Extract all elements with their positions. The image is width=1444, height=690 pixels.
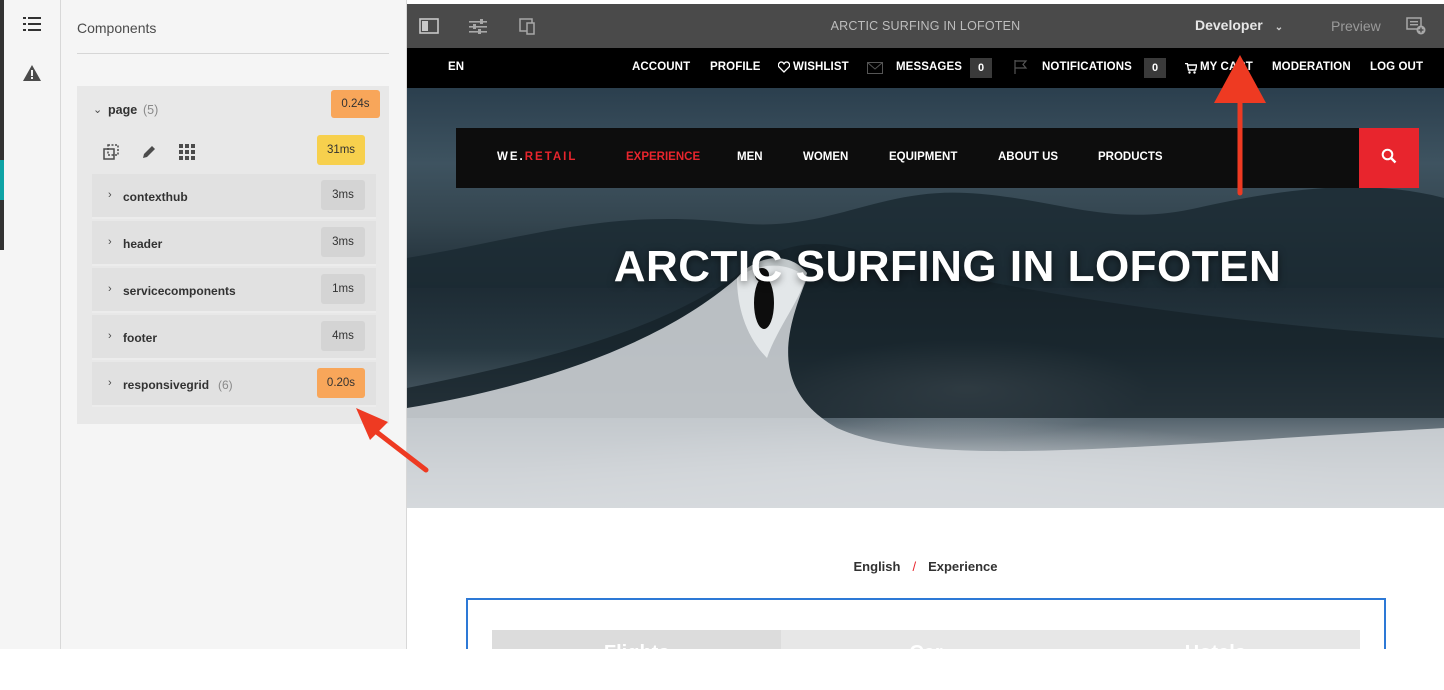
tree-node-label: header — [123, 237, 163, 251]
brand-accent: RETAIL — [524, 151, 578, 163]
components-tab-button[interactable] — [14, 8, 50, 44]
breadcrumb-separator: / — [912, 559, 917, 574]
grid-icon[interactable] — [177, 142, 197, 162]
cart-icon — [1185, 61, 1198, 79]
emulator-icon[interactable] — [516, 15, 538, 37]
nav-women[interactable]: WOMEN — [803, 151, 848, 163]
search-icon — [1381, 148, 1397, 169]
tree-node-count: (6) — [218, 378, 233, 392]
tree-node-label: servicecomponents — [123, 284, 236, 298]
timing-badge: 1ms — [321, 274, 365, 304]
language-link[interactable]: EN — [448, 61, 464, 73]
side-rail — [0, 0, 61, 649]
notifications-link[interactable]: NOTIFICATIONS — [1042, 61, 1132, 73]
main-navigation: WE.RETAIL EXPERIENCE MEN WOMEN EQUIPMENT… — [456, 128, 1419, 188]
tree-node-label: footer — [123, 331, 157, 345]
wishlist-link[interactable]: WISHLIST — [793, 61, 849, 73]
select-parent-icon[interactable] — [101, 142, 121, 162]
list-icon — [23, 16, 41, 37]
window-edge — [0, 0, 4, 160]
timing-badge: 0.20s — [317, 368, 365, 398]
breadcrumb-item[interactable]: Experience — [928, 559, 997, 574]
chevron-right-icon[interactable]: › — [108, 283, 120, 295]
mode-selector-label: Developer — [1195, 17, 1263, 33]
components-panel: Components ⌄ page (5) 0.24s 31ms › conte… — [61, 0, 407, 649]
selected-component-frame[interactable]: Flights Car Hotels — [466, 598, 1386, 649]
notifications-count-badge: 0 — [1144, 58, 1166, 78]
nav-products[interactable]: PRODUCTS — [1098, 151, 1163, 163]
mode-selector[interactable]: Developer ⌄ — [1195, 17, 1283, 33]
chevron-down-icon[interactable]: ⌄ — [93, 103, 105, 116]
annotations-icon[interactable] — [1405, 15, 1427, 37]
nav-experience[interactable]: EXPERIENCE — [626, 151, 700, 163]
envelope-icon — [867, 61, 883, 79]
tab-hotels[interactable]: Hotels — [1070, 630, 1360, 649]
timing-badge: 3ms — [321, 180, 365, 210]
preview-button[interactable]: Preview — [1331, 18, 1381, 34]
editor-toolbar: ARCTIC SURFING IN LOFOTEN Developer ⌄ Pre… — [407, 4, 1444, 48]
messages-count-badge: 0 — [970, 58, 992, 78]
cart-link[interactable]: MY CART — [1200, 61, 1253, 73]
tree-node-servicecomponents[interactable]: › servicecomponents 1ms — [92, 268, 376, 313]
chevron-right-icon[interactable]: › — [108, 330, 120, 342]
account-link[interactable]: ACCOUNT — [632, 61, 690, 73]
nav-men[interactable]: MEN — [737, 151, 763, 163]
site-preview: EN ACCOUNT PROFILE WISHLIST MESSAGES 0 N… — [407, 48, 1444, 649]
brand-logo[interactable]: WE.RETAIL — [497, 151, 577, 163]
tab-car[interactable]: Car — [781, 630, 1071, 649]
profile-link[interactable]: PROFILE — [710, 61, 761, 73]
window-edge-accent — [0, 160, 4, 200]
heart-icon — [777, 60, 791, 78]
component-tree: ⌄ page (5) 0.24s 31ms › contexthub 3ms ›… — [77, 86, 389, 424]
chevron-down-icon: ⌄ — [1274, 22, 1284, 33]
timing-badge: 3ms — [321, 227, 365, 257]
tree-node-label: page — [108, 103, 138, 117]
chevron-right-icon[interactable]: › — [108, 236, 120, 248]
brand-prefix: WE. — [497, 151, 525, 163]
nav-about-us[interactable]: ABOUT US — [998, 151, 1058, 163]
hero-banner: WE.RETAIL EXPERIENCE MEN WOMEN EQUIPMENT… — [407, 88, 1444, 508]
messages-link[interactable]: MESSAGES — [896, 61, 962, 73]
chevron-right-icon[interactable]: › — [108, 377, 120, 389]
breadcrumb: English / Experience — [407, 559, 1444, 574]
errors-tab-button[interactable] — [14, 57, 50, 93]
tree-node-label: responsivegrid — [123, 378, 210, 392]
panel-divider — [77, 53, 389, 54]
search-button[interactable] — [1359, 128, 1419, 188]
timing-badge: 31ms — [317, 135, 365, 165]
panel-title: Components — [77, 20, 157, 36]
nav-equipment[interactable]: EQUIPMENT — [889, 151, 957, 163]
hero-title: ARCTIC SURFING IN LOFOTEN — [613, 242, 1282, 291]
booking-tabs: Flights Car Hotels — [492, 630, 1360, 649]
flag-icon — [1014, 60, 1028, 79]
timing-badge: 0.24s — [331, 90, 380, 118]
chevron-right-icon[interactable]: › — [108, 189, 120, 201]
tree-node-label: contexthub — [123, 190, 188, 204]
page-properties-icon[interactable] — [467, 15, 489, 37]
tree-node-header[interactable]: › header 3ms — [92, 221, 376, 266]
window-edge-lower — [0, 200, 4, 250]
tree-node-count: (5) — [143, 103, 159, 117]
tree-node-footer[interactable]: › footer 4ms — [92, 315, 376, 360]
logout-link[interactable]: LOG OUT — [1370, 61, 1423, 73]
utility-bar: EN ACCOUNT PROFILE WISHLIST MESSAGES 0 N… — [407, 48, 1444, 88]
moderation-link[interactable]: MODERATION — [1272, 61, 1351, 73]
tab-flights[interactable]: Flights — [492, 630, 782, 649]
tree-node-contexthub[interactable]: › contexthub 3ms — [92, 174, 376, 219]
timing-badge: 4ms — [321, 321, 365, 351]
tree-node-page[interactable]: ⌄ page (5) 0.24s — [77, 86, 389, 132]
breadcrumb-item[interactable]: English — [854, 559, 901, 574]
tree-node-responsivegrid[interactable]: › responsivegrid (6) 0.20s — [92, 362, 376, 407]
editor-page-title: ARCTIC SURFING IN LOFOTEN — [830, 19, 1021, 33]
warning-icon — [23, 64, 41, 86]
tree-node-tools: 31ms — [77, 132, 389, 172]
edit-icon[interactable] — [139, 142, 159, 162]
aem-editor-window: Components ⌄ page (5) 0.24s 31ms › conte… — [0, 0, 1444, 690]
toggle-side-panel-icon[interactable] — [418, 15, 440, 37]
